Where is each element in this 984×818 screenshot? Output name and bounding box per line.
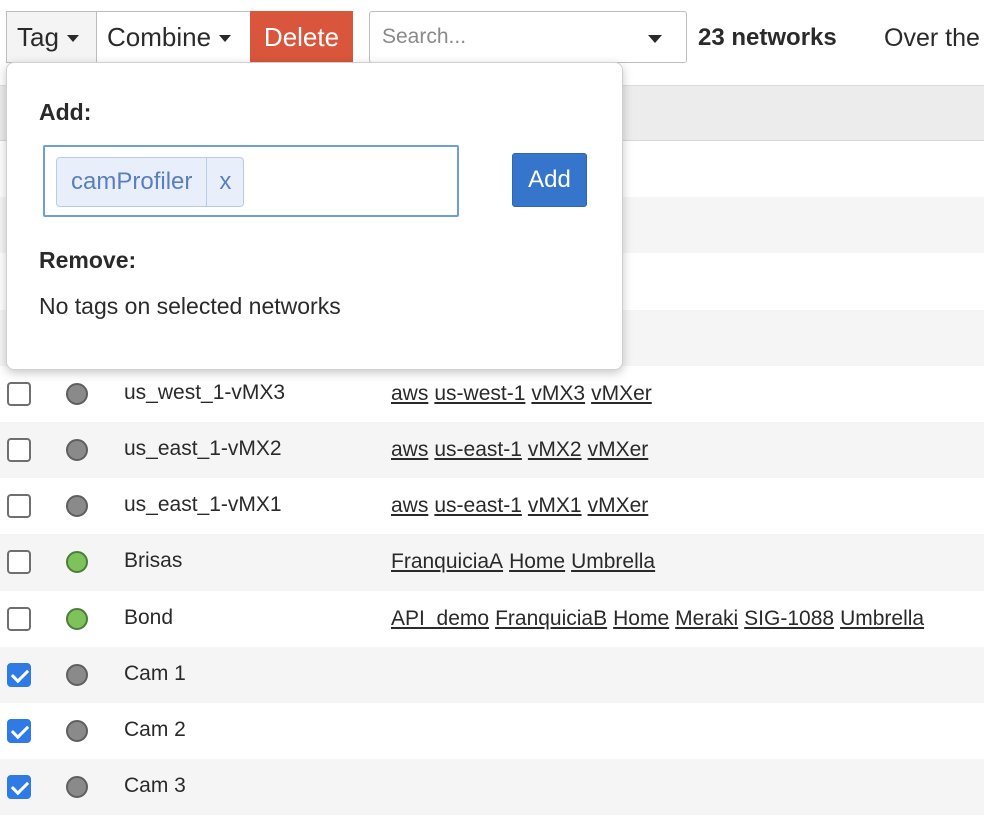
search-input[interactable] xyxy=(382,25,632,49)
status-dot-icon xyxy=(66,776,88,799)
table-row: Cam 3 xyxy=(0,759,984,816)
tag-link[interactable]: us-east-1 xyxy=(434,438,522,461)
remove-empty-message: No tags on selected networks xyxy=(39,293,341,319)
tag-link[interactable]: FranquiciaA xyxy=(391,550,503,573)
status-dot-icon xyxy=(66,495,88,518)
row-checkbox[interactable] xyxy=(7,437,31,462)
tag-link[interactable]: vMXer xyxy=(588,438,649,461)
combine-dropdown-button[interactable]: Combine xyxy=(96,11,251,63)
row-checkbox[interactable] xyxy=(7,718,31,743)
row-checkbox[interactable] xyxy=(7,775,31,800)
tag-link[interactable]: Umbrella xyxy=(571,550,655,573)
network-name[interactable]: Cam 2 xyxy=(124,718,186,742)
network-tags: aws us-east-1 vMX1 vMXer xyxy=(391,494,654,518)
tag-chip-label: camProfiler xyxy=(57,158,208,206)
status-dot-icon xyxy=(66,438,88,461)
network-name[interactable]: Cam 3 xyxy=(124,774,186,798)
tag-button-label: Tag xyxy=(17,21,59,52)
network-tags: aws us-west-1 vMX3 vMXer xyxy=(391,382,658,406)
row-checkbox[interactable] xyxy=(7,550,31,575)
chevron-down-icon xyxy=(219,34,232,42)
tag-link[interactable]: vMXer xyxy=(591,382,652,405)
tag-link[interactable]: aws xyxy=(391,382,428,405)
status-dot-icon xyxy=(66,607,88,630)
status-dot-icon xyxy=(66,551,88,574)
status-dot-icon xyxy=(66,382,88,405)
tag-link[interactable]: us-west-1 xyxy=(434,382,525,405)
network-name[interactable]: us_east_1-vMX2 xyxy=(124,437,282,461)
network-count: 23 networks xyxy=(698,24,837,51)
table-row: Bond API_demo FranquiciaB Home Meraki SIG-108… xyxy=(0,591,984,647)
tag-chip-remove-button[interactable]: x xyxy=(207,158,243,206)
tag-link[interactable]: vMXer xyxy=(588,494,649,517)
search-select[interactable] xyxy=(369,11,687,63)
chevron-down-icon[interactable] xyxy=(648,35,662,43)
tag-link[interactable]: Meraki xyxy=(675,607,738,630)
tag-link[interactable]: Home xyxy=(613,607,669,630)
overview-link[interactable]: Over the xyxy=(884,24,980,53)
network-name[interactable]: us_east_1-vMX1 xyxy=(124,493,282,517)
tag-chip: camProfiler x xyxy=(56,157,245,207)
table-row: us_east_1-vMX1 aws us-east-1 vMX1 vMXer xyxy=(0,478,984,534)
tag-dropdown-button[interactable]: Tag xyxy=(6,11,97,63)
tag-link[interactable]: Home xyxy=(509,550,565,573)
chevron-down-icon xyxy=(66,34,79,42)
network-tags: API_demo FranquiciaB Home Meraki SIG-1088 Umb… xyxy=(391,607,930,631)
row-checkbox[interactable] xyxy=(7,606,31,631)
tag-link[interactable]: Umbrella xyxy=(840,607,924,630)
tag-link[interactable]: us-east-1 xyxy=(434,494,522,517)
add-heading: Add: xyxy=(39,99,92,125)
network-name[interactable]: Bond xyxy=(124,606,173,630)
tag-link[interactable]: vMX2 xyxy=(528,438,582,461)
network-name[interactable]: Cam 1 xyxy=(124,662,186,686)
tag-link[interactable]: vMX3 xyxy=(531,382,585,405)
tag-link[interactable]: API_demo xyxy=(391,607,489,630)
tag-link[interactable]: SIG-1088 xyxy=(744,607,834,630)
table-row: Cam 2 xyxy=(0,703,984,759)
table-row: Cam 1 xyxy=(0,646,984,703)
tag-input-field[interactable]: camProfiler x xyxy=(43,145,459,217)
table-row: us_east_1-vMX2 aws us-east-1 vMX2 vMXer xyxy=(0,421,984,479)
row-checkbox[interactable] xyxy=(7,662,31,687)
row-checkbox[interactable] xyxy=(7,381,31,406)
status-dot-icon xyxy=(66,663,88,686)
add-tag-button[interactable]: Add xyxy=(512,153,587,207)
table-row: us_west_1-vMX3 aws us-west-1 vMX3 vMXer xyxy=(0,366,984,422)
table-row: Brisas FranquiciaA Home Umbrella xyxy=(0,534,984,591)
network-tags: aws us-east-1 vMX2 vMXer xyxy=(391,438,654,462)
network-name[interactable]: us_west_1-vMX3 xyxy=(124,381,285,405)
tag-popover: Add: camProfiler x Add Remove: No tags o… xyxy=(6,62,623,370)
tag-link[interactable]: FranquiciaB xyxy=(495,607,607,630)
tag-link[interactable]: aws xyxy=(391,438,428,461)
remove-heading: Remove: xyxy=(39,247,137,273)
combine-button-label: Combine xyxy=(107,21,212,52)
network-name[interactable]: Brisas xyxy=(124,549,182,573)
row-checkbox[interactable] xyxy=(7,494,31,519)
delete-button[interactable]: Delete xyxy=(250,11,353,63)
network-tags: FranquiciaA Home Umbrella xyxy=(391,550,661,574)
status-dot-icon xyxy=(66,719,88,742)
tag-link[interactable]: aws xyxy=(391,494,428,517)
tag-link[interactable]: vMX1 xyxy=(528,494,582,517)
